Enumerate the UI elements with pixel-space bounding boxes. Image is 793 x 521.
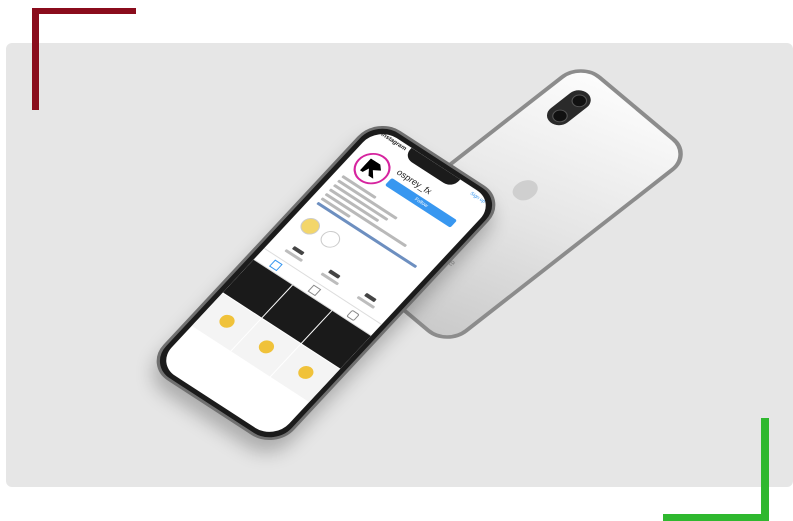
signup-link[interactable]: Sign up bbox=[468, 191, 486, 205]
green-corner-bracket-side bbox=[761, 418, 769, 521]
green-corner-bracket-bottom bbox=[663, 514, 769, 521]
apple-logo-icon bbox=[508, 176, 543, 205]
camera-icon bbox=[541, 86, 596, 130]
story-highlight[interactable] bbox=[296, 214, 325, 238]
red-corner-bracket-side bbox=[32, 8, 39, 110]
red-corner-bracket-top bbox=[32, 8, 136, 14]
tagged-tab-icon[interactable] bbox=[346, 309, 360, 322]
story-highlight[interactable] bbox=[316, 227, 345, 251]
grid-tab-icon[interactable] bbox=[268, 259, 283, 272]
app-label: Instagram bbox=[379, 131, 408, 152]
igtv-tab-icon[interactable] bbox=[307, 284, 322, 297]
